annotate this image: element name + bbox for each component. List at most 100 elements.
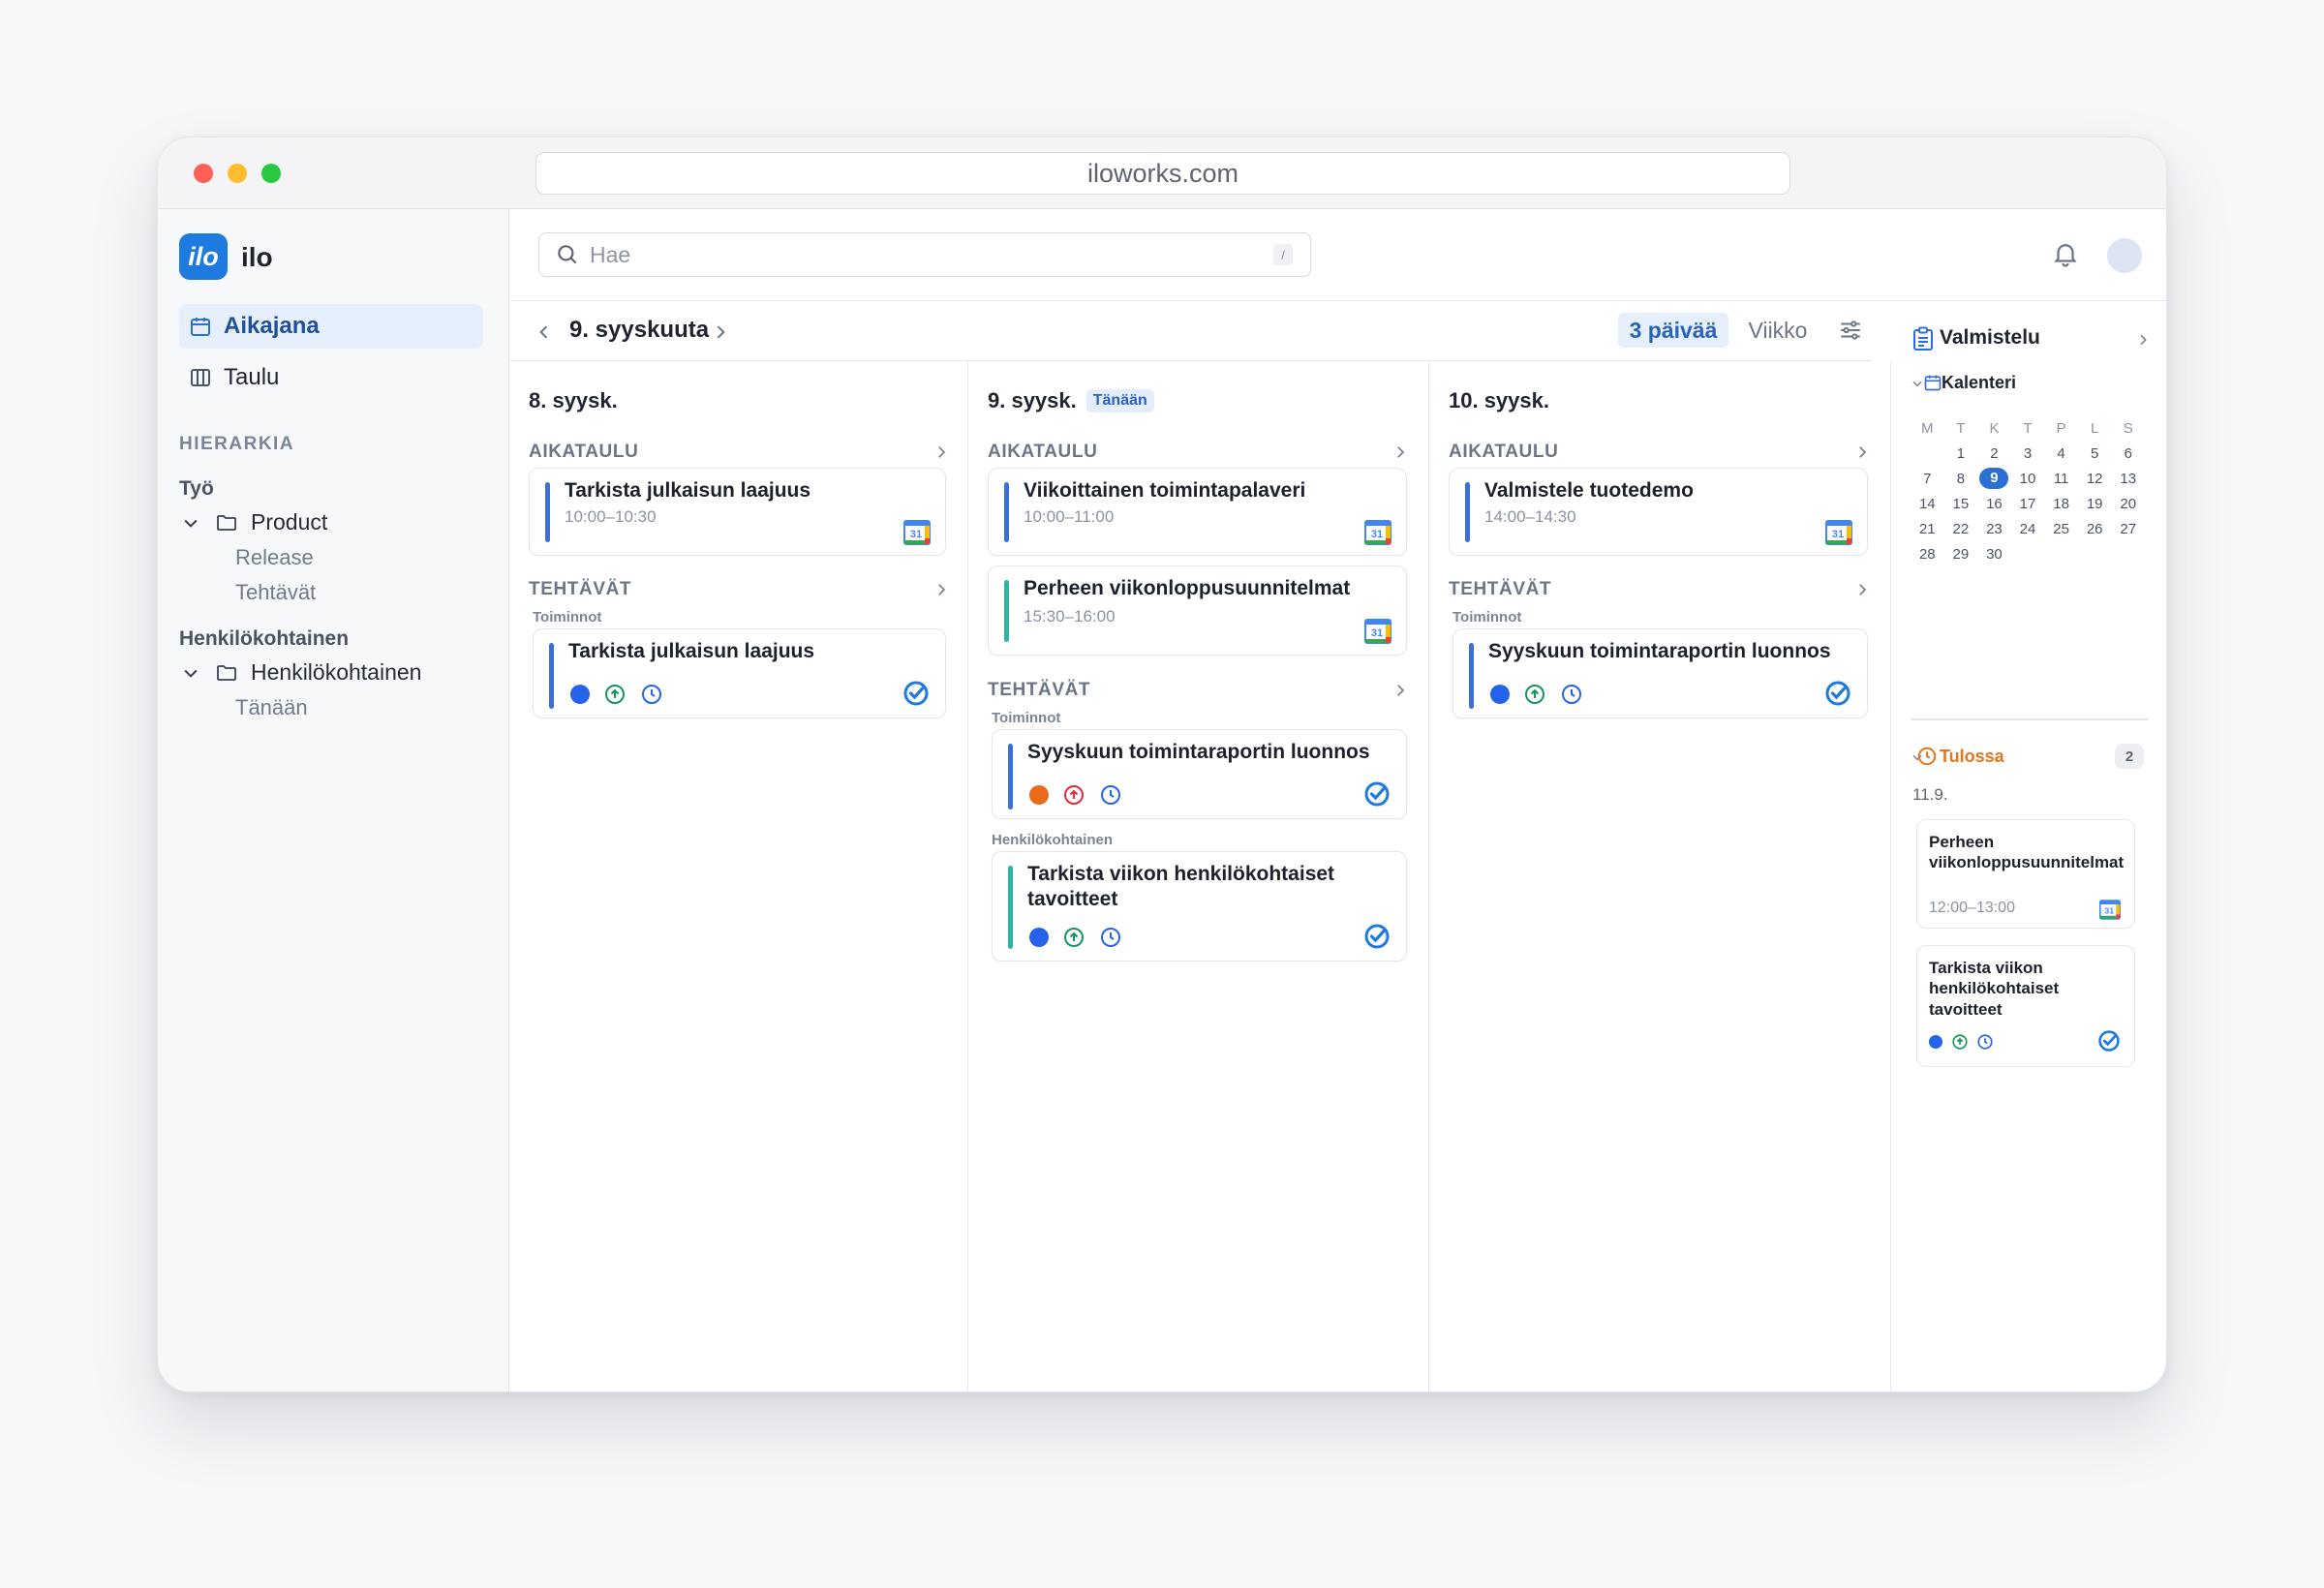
complete-check-icon[interactable] [1363, 923, 1391, 950]
selected-day-cell[interactable]: 9 [1977, 468, 2011, 489]
clock-icon[interactable] [1560, 683, 1583, 706]
status-dot-icon[interactable] [570, 685, 590, 704]
day-cell[interactable]: 13 [2111, 471, 2145, 487]
event-card[interactable]: Tarkista julkaisun laajuus 10:00–10:30 3… [529, 468, 946, 556]
day-cell[interactable]: 24 [2011, 521, 2045, 537]
clock-icon[interactable] [1099, 926, 1122, 949]
complete-check-icon[interactable] [1824, 680, 1851, 707]
day-cell[interactable]: 16 [1977, 496, 2011, 512]
day-cell[interactable]: 17 [2011, 496, 2045, 512]
chevron-left-icon[interactable] [535, 321, 554, 343]
chevron-right-icon[interactable] [711, 321, 730, 343]
chevron-right-icon[interactable] [933, 581, 950, 598]
clock-icon[interactable] [1099, 783, 1122, 807]
hierarchy-heading: HIERARKIA [179, 434, 295, 454]
priority-arrow-icon[interactable] [603, 683, 627, 706]
chevron-down-icon[interactable] [1911, 377, 1924, 390]
status-dot-icon[interactable] [1029, 785, 1049, 805]
day-cell[interactable]: 26 [2078, 521, 2112, 537]
search-input[interactable]: Hae / [538, 232, 1311, 277]
avatar[interactable] [2107, 238, 2142, 273]
chevron-down-icon[interactable] [181, 663, 200, 683]
minimize-window-button[interactable] [228, 164, 247, 183]
sidebar: ilo ilo Aikajana Taulu HIERARKIA Työ Pro… [158, 209, 509, 1391]
chevron-right-icon[interactable] [1391, 443, 1409, 461]
day-cell[interactable]: 20 [2111, 496, 2145, 512]
day-cell[interactable]: 30 [1977, 546, 2011, 563]
tasks-header[interactable]: TEHTÄVÄT [529, 579, 631, 600]
upcoming-event-card[interactable]: Perheen viikonloppusuunnitelmat 12:00–13… [1916, 819, 2135, 929]
tree-folder-product[interactable]: Product [181, 509, 327, 535]
day-cell[interactable]: 19 [2078, 496, 2112, 512]
day-cell[interactable]: 28 [1911, 546, 1944, 563]
day-cell[interactable]: 22 [1944, 521, 1978, 537]
status-dot-icon[interactable] [1490, 685, 1510, 704]
chevron-right-icon[interactable] [1853, 581, 1871, 598]
tasks-header[interactable]: TEHTÄVÄT [988, 680, 1090, 701]
nav-item-taulu[interactable]: Taulu [179, 355, 483, 400]
nav-item-aikajana[interactable]: Aikajana [179, 304, 483, 349]
status-dot-icon[interactable] [1929, 1035, 1942, 1049]
tasks-header[interactable]: TEHTÄVÄT [1449, 579, 1551, 600]
status-dot-icon[interactable] [1029, 928, 1049, 947]
day-cell[interactable]: 14 [1911, 496, 1944, 512]
sliders-icon[interactable] [1838, 318, 1863, 343]
complete-check-icon[interactable] [902, 680, 930, 707]
complete-check-icon[interactable] [2097, 1029, 2121, 1053]
task-card[interactable]: Tarkista viikon henkilökohtaiset tavoitt… [992, 851, 1407, 962]
schedule-header[interactable]: AIKATAULU [1449, 442, 1558, 463]
day-cell[interactable]: 29 [1944, 546, 1978, 563]
day-cell[interactable]: 18 [2044, 496, 2078, 512]
address-bar[interactable]: iloworks.com [535, 152, 1790, 195]
day-cell[interactable]: 15 [1944, 496, 1978, 512]
view-3-days-button[interactable]: 3 päivää [1618, 313, 1728, 348]
tree-item-tanaan[interactable]: Tänään [235, 695, 308, 720]
tree-item-release[interactable]: Release [235, 545, 314, 570]
day-cell[interactable]: 25 [2044, 521, 2078, 537]
chevron-down-icon[interactable] [181, 513, 200, 533]
day-cell[interactable]: 5 [2078, 445, 2112, 462]
bell-icon[interactable] [2051, 238, 2080, 269]
day-cell[interactable]: 6 [2111, 445, 2145, 462]
day-cell[interactable]: 2 [1977, 445, 2011, 462]
chevron-right-icon[interactable] [933, 443, 950, 461]
clock-icon[interactable] [1976, 1033, 1994, 1051]
event-card[interactable]: Valmistele tuotedemo 14:00–14:30 31 [1449, 468, 1868, 556]
day-cell[interactable]: 1 [1944, 445, 1978, 462]
complete-check-icon[interactable] [1363, 780, 1391, 808]
day-cell[interactable]: 8 [1944, 471, 1978, 487]
task-card[interactable]: Tarkista julkaisun laajuus [533, 628, 946, 718]
day-cell[interactable]: 12 [2078, 471, 2112, 487]
maximize-window-button[interactable] [261, 164, 281, 183]
day-cell[interactable]: 10 [2011, 471, 2045, 487]
close-window-button[interactable] [194, 164, 213, 183]
schedule-header[interactable]: AIKATAULU [529, 442, 638, 463]
task-card[interactable]: Syyskuun toimintaraportin luonnos [992, 729, 1407, 819]
tree-item-tehtavat[interactable]: Tehtävät [235, 580, 316, 605]
priority-arrow-icon[interactable] [1523, 683, 1546, 706]
priority-arrow-icon[interactable] [1951, 1033, 1969, 1051]
priority-arrow-icon[interactable] [1062, 783, 1086, 807]
day-cell[interactable]: 11 [2044, 471, 2078, 487]
schedule-header[interactable]: AIKATAULU [988, 442, 1097, 463]
chevron-right-icon[interactable] [1391, 682, 1409, 699]
event-card[interactable]: Viikoittainen toimintapalaveri 10:00–11:… [988, 468, 1407, 556]
day-cell[interactable]: 7 [1911, 471, 1944, 487]
clock-icon[interactable] [640, 683, 663, 706]
day-cell[interactable]: 4 [2044, 445, 2078, 462]
day-cell[interactable]: 23 [1977, 521, 2011, 537]
upcoming-label[interactable]: Tulossa [1940, 747, 2004, 767]
day-cell[interactable]: 3 [2011, 445, 2045, 462]
upcoming-task-card[interactable]: Tarkista viikon henkilökohtaiset tavoitt… [1916, 945, 2135, 1067]
day-cell[interactable]: 27 [2111, 521, 2145, 537]
app-logo[interactable]: ilo [179, 233, 228, 280]
day-column-8: 8. syysk. AIKATAULU Tarkista julkaisun l… [509, 361, 968, 1391]
view-week-button[interactable]: Viikko [1739, 313, 1817, 348]
chevron-right-icon[interactable] [1853, 443, 1871, 461]
day-cell[interactable]: 21 [1911, 521, 1944, 537]
tree-folder-henkilokohtainen[interactable]: Henkilökohtainen [181, 659, 421, 686]
task-card[interactable]: Syyskuun toimintaraportin luonnos [1452, 628, 1868, 718]
event-card[interactable]: Perheen viikonloppusuunnitelmat 15:30–16… [988, 565, 1407, 656]
chevron-right-icon[interactable] [2135, 332, 2151, 348]
priority-arrow-icon[interactable] [1062, 926, 1086, 949]
